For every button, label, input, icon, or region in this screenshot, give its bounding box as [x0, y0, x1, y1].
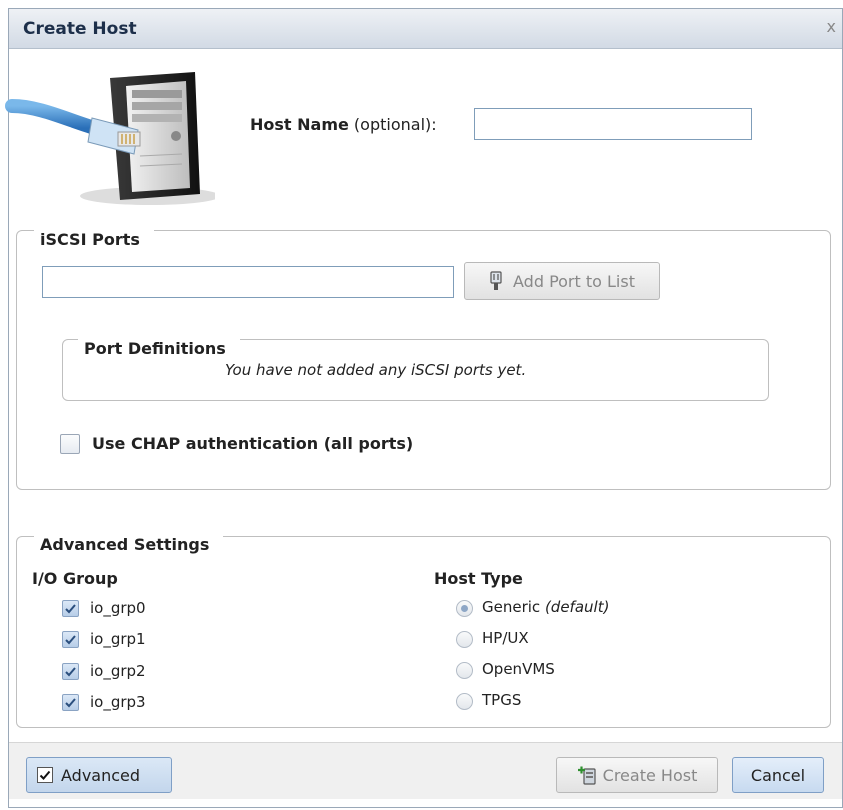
checkmark-icon — [39, 770, 51, 780]
io-grp2-label: io_grp2 — [90, 662, 146, 680]
host-name-label-bold: Host Name — [250, 115, 349, 134]
io-grp0-label: io_grp0 — [90, 599, 146, 617]
checkmark-icon — [65, 667, 76, 677]
port-definitions-legend: Port Definitions — [78, 339, 240, 358]
host-type-tpgs-label: TPGS — [482, 691, 522, 709]
port-definitions-empty-message: You have not added any iSCSI ports yet. — [225, 361, 527, 379]
host-type-default-note: (default) — [544, 598, 610, 616]
create-host-label: Create Host — [602, 765, 698, 785]
checkmark-icon — [65, 604, 76, 614]
advanced-checkbox[interactable] — [37, 767, 53, 783]
host-type-openvms-radio[interactable] — [456, 662, 473, 679]
add-port-button[interactable]: Add Port to List — [464, 262, 660, 300]
cancel-button[interactable]: Cancel — [732, 757, 824, 793]
checkmark-icon — [65, 635, 76, 645]
add-port-label: Add Port to List — [513, 271, 635, 291]
server-cable-icon — [5, 72, 215, 205]
host-name-input[interactable] — [474, 108, 752, 140]
io-grp1-label: io_grp1 — [90, 630, 146, 648]
host-name-label-optional: (optional): — [348, 115, 437, 134]
dialog-title: Create Host — [23, 19, 137, 39]
host-type-heading: Host Type — [434, 569, 523, 588]
title-bar[interactable]: Create Host x — [9, 9, 842, 49]
host-type-generic-label: Generic (default) — [482, 598, 609, 616]
io-grp1-checkbox[interactable] — [62, 631, 79, 648]
host-type-generic-radio[interactable] — [456, 600, 473, 617]
chap-checkbox[interactable] — [60, 434, 80, 454]
cancel-label: Cancel — [750, 765, 806, 785]
host-type-hpux-label: HP/UX — [482, 629, 529, 647]
chap-label[interactable]: Use CHAP authentication (all ports) — [92, 434, 413, 453]
io-grp3-label: io_grp3 — [90, 693, 146, 711]
port-plug-icon — [490, 271, 502, 290]
io-grp2-checkbox[interactable] — [62, 663, 79, 680]
io-grp3-checkbox[interactable] — [62, 694, 79, 711]
close-icon[interactable]: x — [827, 17, 836, 36]
host-type-hpux-radio[interactable] — [456, 631, 473, 648]
io-grp0-checkbox[interactable] — [62, 600, 79, 617]
advanced-toggle-button[interactable]: Advanced — [26, 757, 172, 793]
io-group-heading: I/O Group — [32, 569, 118, 588]
advanced-label: Advanced — [61, 765, 141, 785]
create-host-icon — [577, 766, 596, 785]
checkmark-icon — [65, 698, 76, 708]
host-name-label: Host Name (optional): — [250, 115, 437, 134]
host-type-openvms-label: OpenVMS — [482, 660, 555, 678]
iscsi-port-input[interactable] — [42, 266, 454, 298]
host-type-tpgs-radio[interactable] — [456, 693, 473, 710]
advanced-settings-legend: Advanced Settings — [34, 535, 224, 554]
host-type-generic-text: Generic — [482, 598, 541, 616]
create-host-button[interactable]: Create Host — [556, 757, 718, 793]
iscsi-ports-legend: iSCSI Ports — [34, 230, 154, 249]
